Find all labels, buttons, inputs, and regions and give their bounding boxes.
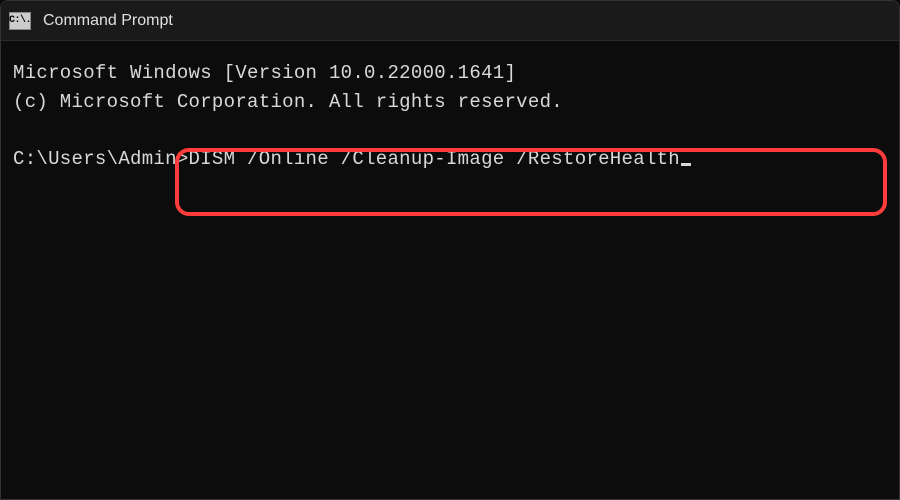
typed-command[interactable]: DISM /Online /Cleanup-Image /RestoreHeal… — [189, 148, 680, 170]
command-prompt-window: C:\. Command Prompt Microsoft Windows [V… — [0, 0, 900, 500]
window-title: Command Prompt — [43, 12, 173, 30]
copyright-text: (c) Microsoft Corporation. All rights re… — [13, 88, 887, 117]
prompt-line: C:\Users\Admin>DISM /Online /Cleanup-Ima… — [13, 145, 887, 174]
blank-line — [13, 116, 887, 145]
terminal-area[interactable]: Microsoft Windows [Version 10.0.22000.16… — [1, 41, 899, 191]
prompt-path: C:\Users\Admin> — [13, 148, 189, 170]
cursor — [681, 163, 691, 166]
cmd-icon: C:\. — [9, 12, 31, 30]
titlebar[interactable]: C:\. Command Prompt — [1, 1, 899, 41]
version-text: Microsoft Windows [Version 10.0.22000.16… — [13, 59, 887, 88]
